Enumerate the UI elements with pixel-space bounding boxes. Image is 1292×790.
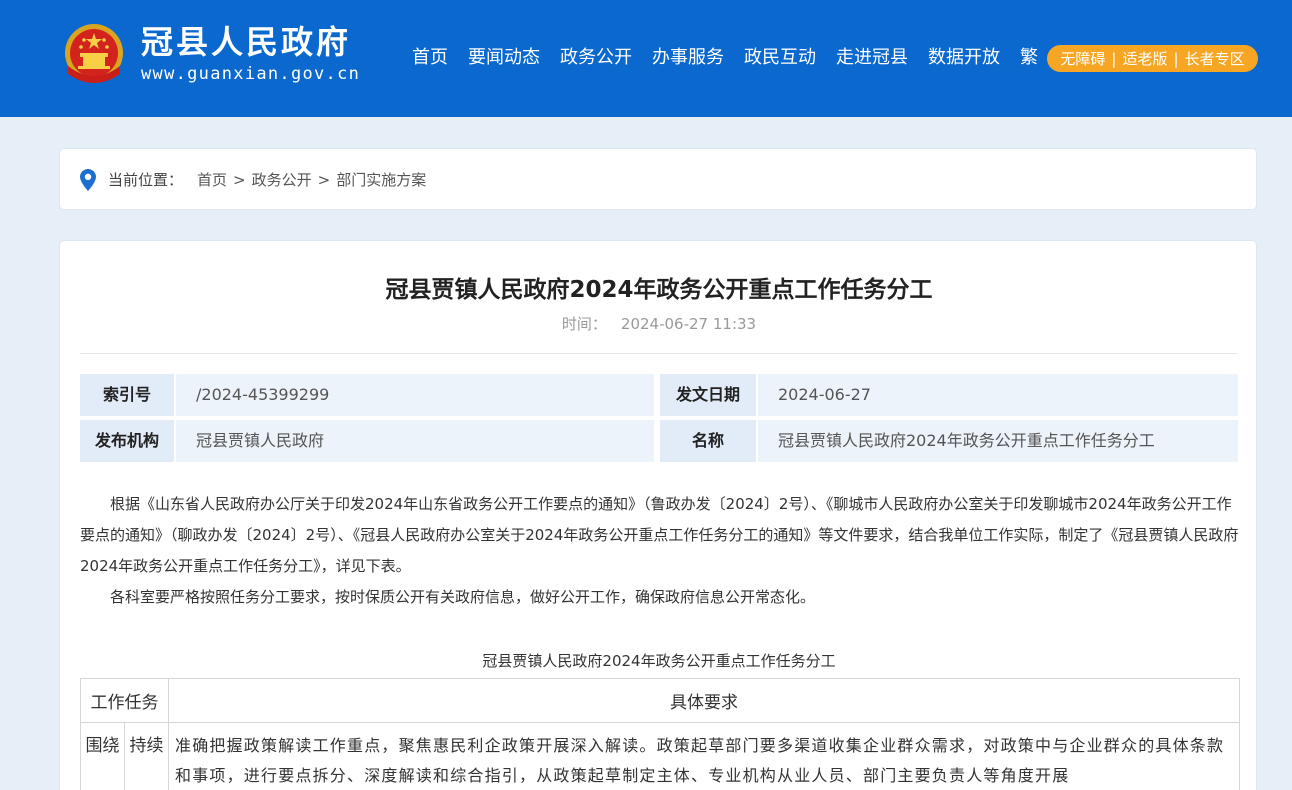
accessibility-pill: 无障碍 | 适老版 | 长者专区 [1047, 45, 1258, 72]
table-caption: 冠县贾镇人民政府2024年政务公开重点工作任务分工 [482, 652, 836, 670]
site-header: 冠县人民政府 www.guanxian.gov.cn 首页 要闻动态 政务公开 … [0, 0, 1292, 117]
site-name[interactable]: 冠县人民政府 [141, 22, 351, 62]
article-panel: 冠县贾镇人民政府2024年政务公开重点工作任务分工 时间： 2024-06-27 … [59, 240, 1257, 790]
table-header-row: 工作任务 具体要求 [80, 678, 1240, 723]
separator: | [1111, 49, 1117, 68]
meta-name-label: 名称 [660, 420, 756, 462]
table-cell-requirement: 准确把握政策解读工作重点，聚焦惠民利企政策开展深入解读。政策起草部门要多渠道收集… [168, 722, 1240, 790]
publish-time-value: 2024-06-27 11:33 [620, 315, 757, 333]
breadcrumb-gov-affairs[interactable]: 政务公开 [252, 169, 312, 191]
nav-interaction[interactable]: 政民互动 [736, 44, 824, 72]
body-paragraph: 各科室要严格按照任务分工要求，按时保质公开有关政府信息，做好公开工作，确保政府信… [110, 588, 816, 606]
separator: | [1173, 49, 1179, 68]
table-row: 围绕 持续 准确把握政策解读工作重点，聚焦惠民利企政策开展深入解读。政策起草部门… [80, 722, 1240, 790]
task-table: 工作任务 具体要求 围绕 持续 准确把握政策解读工作重点，聚焦惠民利企政策开展深… [80, 678, 1240, 790]
elderly-mode-link[interactable]: 适老版 [1122, 48, 1167, 69]
meta-index-value: /2024-45399299 [176, 374, 654, 416]
nav-gov-affairs[interactable]: 政务公开 [552, 44, 640, 72]
breadcrumb-label: 当前位置： [108, 171, 184, 189]
main-nav: 首页 要闻动态 政务公开 办事服务 政民互动 走进冠县 数据开放 繁 [404, 44, 1050, 72]
meta-date-value: 2024-06-27 [758, 374, 1238, 416]
nav-traditional-chinese[interactable]: 繁 [1012, 44, 1046, 72]
publish-time: 时间： 2024-06-27 11:33 [60, 313, 1256, 335]
meta-org-value: 冠县贾镇人民政府 [176, 420, 654, 462]
divider [80, 353, 1238, 354]
article-body: 根据《山东省人民政府办公厅关于印发2024年山东省政务公开工作要点的通知》（鲁政… [80, 489, 1240, 613]
body-paragraph: 根据《山东省人民政府办公厅关于印发2024年山东省政务公开工作要点的通知》（鲁政… [80, 495, 1239, 575]
table-cell-category: 围绕 [80, 722, 125, 790]
accessibility-link[interactable]: 无障碍 [1060, 48, 1105, 69]
national-emblem-icon[interactable] [62, 22, 126, 88]
table-cell-subcategory: 持续 [124, 722, 169, 790]
site-url: www.guanxian.gov.cn [141, 64, 361, 84]
nav-about-county[interactable]: 走进冠县 [828, 44, 916, 72]
nav-services[interactable]: 办事服务 [644, 44, 732, 72]
meta-org-label: 发布机构 [80, 420, 174, 462]
meta-date-label: 发文日期 [660, 374, 756, 416]
nav-home[interactable]: 首页 [404, 44, 456, 72]
table-head-requirement: 具体要求 [168, 678, 1240, 723]
article-title: 冠县贾镇人民政府2024年政务公开重点工作任务分工 [385, 277, 933, 303]
breadcrumb: 当前位置： 首页 > 政务公开 > 部门实施方案 [108, 169, 426, 191]
meta-index-label: 索引号 [80, 374, 174, 416]
breadcrumb-bar: 当前位置： 首页 > 政务公开 > 部门实施方案 [59, 148, 1257, 210]
breadcrumb-dept-plans[interactable]: 部门实施方案 [336, 169, 426, 191]
publish-time-label: 时间： [561, 315, 607, 333]
breadcrumb-separator: > [233, 171, 246, 189]
meta-row: 索引号 /2024-45399299 发文日期 2024-06-27 [80, 374, 1238, 416]
nav-news[interactable]: 要闻动态 [460, 44, 548, 72]
location-pin-icon [80, 169, 96, 191]
breadcrumb-home[interactable]: 首页 [197, 169, 227, 191]
meta-row: 发布机构 冠县贾镇人民政府 名称 冠县贾镇人民政府2024年政务公开重点工作任务… [80, 420, 1238, 462]
breadcrumb-separator: > [317, 171, 331, 189]
table-head-task: 工作任务 [80, 678, 169, 723]
senior-zone-link[interactable]: 长者专区 [1185, 48, 1245, 69]
meta-name-value: 冠县贾镇人民政府2024年政务公开重点工作任务分工 [758, 420, 1238, 462]
nav-open-data[interactable]: 数据开放 [920, 44, 1008, 72]
